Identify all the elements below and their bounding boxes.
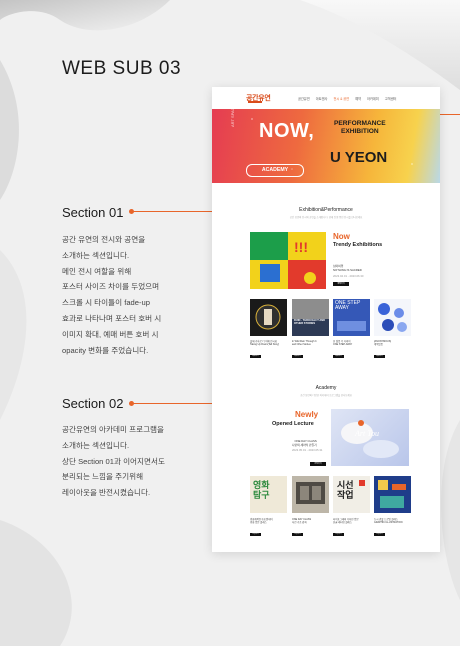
description-line: 공간유연의 아카데미 프로그램을 bbox=[62, 425, 165, 434]
academy-section-subtitle: 공간 유연의 다양한 아카데미 프로그램을 만나보세요 bbox=[300, 394, 352, 397]
description-line: 메인 전시 여할을 위해 bbox=[62, 266, 132, 276]
academy-feature-desc: ONE DAY CLASS 나만의 세라믹 만들기 bbox=[292, 439, 317, 447]
poster-art bbox=[378, 303, 407, 332]
description-line: 효과로 나타나며 포스터 호버 시 bbox=[62, 313, 162, 323]
description-line: 분리되는 느낌을 주기위해 bbox=[62, 472, 144, 482]
section-01-heading: Section 01 bbox=[62, 205, 124, 220]
hero-academy-button[interactable]: ACADEMY bbox=[246, 164, 304, 177]
exhibition-book-button[interactable]: 예매하기 bbox=[292, 355, 303, 358]
section-02-connector bbox=[131, 403, 212, 404]
academy-feature-image[interactable]: Art Tou bbox=[331, 409, 409, 466]
feature-poster-art: !!! bbox=[250, 232, 326, 289]
mock-menu: 공간유연 아트앤사 전시 & 공연 예약 아카데미 고객센터 bbox=[298, 96, 396, 101]
academy-section-title: Academy bbox=[315, 385, 337, 391]
academy-feature-subtitle: Opened Lecture bbox=[272, 421, 314, 427]
exhibition-poster-anon[interactable] bbox=[374, 299, 411, 336]
exhibition-book-button[interactable]: 예매하기 bbox=[250, 355, 261, 358]
poster-art bbox=[296, 482, 325, 504]
exhibition-book-button[interactable]: 예매하기 bbox=[333, 355, 344, 358]
svg-text:!!!: !!! bbox=[294, 239, 308, 255]
description-line: 소개하는 섹션입니다. bbox=[62, 440, 130, 450]
academy-poster-film[interactable]: 영화 탐구 bbox=[250, 476, 287, 513]
description-line: 공간 유연의 전시와 공연을 bbox=[62, 235, 146, 244]
menu-item[interactable]: 예약 bbox=[355, 96, 361, 101]
poster-art bbox=[378, 480, 406, 508]
exhibition-feature-book-button[interactable]: 예매하기 bbox=[333, 282, 349, 286]
academy-apply-button[interactable]: 신청하기 bbox=[250, 533, 261, 536]
page-title: WEB SUB 03 bbox=[62, 58, 182, 79]
exhibition-caption: 올해 기사로 더 이해 전시회 Taking Up Room(Tall Stor… bbox=[250, 340, 280, 347]
section-01-connector bbox=[131, 211, 212, 212]
poster-art bbox=[255, 304, 281, 330]
menu-item[interactable]: 고객센터 bbox=[385, 96, 397, 101]
exhibition-feature-title: Now bbox=[333, 232, 350, 241]
academy-caption: 타이포그래피 디자인 입문 한글 레터링 클래스 bbox=[333, 518, 359, 525]
academy-caption: 영화제작연구회 원데이 영화 입문 클래스 bbox=[250, 518, 273, 525]
exhibition-feature-date: 2023.04.01 - 2023.06.30 bbox=[333, 274, 364, 278]
exhibition-poster-step[interactable]: ONE STEP AWAY bbox=[333, 299, 370, 336]
section-01-description: 공간 유연의 전시와 공연을 소개하는 섹션입니다. 메인 전시 여할을 위해 … bbox=[62, 232, 212, 358]
description-line: 스크롤 시 타이틀이 fade-up bbox=[62, 298, 150, 308]
description-line: 상단 Section 01과 이어지면서도 bbox=[62, 456, 165, 466]
menu-item[interactable]: 공간유연 bbox=[298, 96, 310, 101]
academy-poster-city[interactable] bbox=[374, 476, 411, 513]
academy-feature-title: Newly bbox=[295, 410, 319, 419]
academy-art-text: Art Tou bbox=[355, 429, 379, 438]
poster-art bbox=[337, 321, 366, 331]
menu-item[interactable]: 아카데미 bbox=[367, 96, 379, 101]
poster-art bbox=[359, 480, 365, 486]
hero-uyeon: U YEON bbox=[330, 149, 388, 166]
exhibition-book-button[interactable]: 예매하기 bbox=[374, 355, 385, 358]
exhibition-poster-room[interactable] bbox=[250, 299, 287, 336]
description-line: 이미지 확대, 예매 버튼 호버 시 bbox=[62, 329, 159, 339]
poster-text: RUIN - THROUGH IT AND OTHER STORIES bbox=[294, 319, 326, 325]
exhibition-feature-subtitle: Trendy Exhibitions bbox=[333, 242, 383, 248]
hero-now: NOW, bbox=[259, 120, 315, 142]
description-line: opacity 변화를 주었습니다. bbox=[62, 345, 149, 355]
academy-feature-date: 2023.05.01 - 2023.05.31 bbox=[292, 448, 323, 452]
exhibition-caption: [ANONYMOUS] 제목없음 bbox=[374, 340, 392, 347]
menu-item[interactable]: 아트앤사 bbox=[316, 96, 328, 101]
poster-text: 영화 탐구 bbox=[253, 480, 270, 500]
hero-connector bbox=[440, 114, 460, 115]
academy-poster-photo[interactable] bbox=[292, 476, 329, 513]
academy-feature-apply-button[interactable]: 신청하기 bbox=[310, 462, 326, 466]
exhibition-feature-desc: 심야여행 NOTHING IS SACRED bbox=[333, 264, 362, 272]
hero-vertical-text: ART SPACE bbox=[230, 104, 235, 127]
logo-underline bbox=[248, 101, 262, 103]
description-line: 포스터 사이즈 차이를 두었으며 bbox=[62, 282, 160, 292]
section-02-description: 공간유연의 아카데미 프로그램을 소개하는 섹션입니다. 상단 Section … bbox=[62, 422, 212, 501]
exhibition-section-title: Exhibition&Performance bbox=[299, 207, 353, 213]
menu-item-active[interactable]: 전시 & 공연 bbox=[333, 96, 349, 101]
description-line: 소개하는 섹션입니다. bbox=[62, 250, 130, 260]
academy-apply-button[interactable]: 신청하기 bbox=[292, 533, 303, 536]
description-line: 레이아웃을 반전시켰습니다. bbox=[62, 488, 151, 498]
section-02-heading: Section 02 bbox=[62, 396, 124, 411]
website-mockup: 공간유연 공간유연 아트앤사 전시 & 공연 예약 아카데미 고객센터 ART … bbox=[212, 87, 440, 552]
academy-apply-button[interactable]: 신청하기 bbox=[374, 533, 385, 536]
exhibition-poster-ruin[interactable]: RUIN - THROUGH IT AND OTHER STORIES bbox=[292, 299, 329, 336]
academy-caption: ONE DAY CLASS 사진 기초 강좌 bbox=[292, 518, 312, 525]
poster-art bbox=[292, 299, 329, 336]
hero-performance-exhibition: PERFORMANCE EXHIBITION bbox=[334, 120, 386, 136]
academy-apply-button[interactable]: 신청하기 bbox=[333, 533, 344, 536]
exhibition-section-subtitle: 공간 유연의 전시와 공연을 소개합니다. 현재 진행 중인 전시를 만나보세요 bbox=[289, 216, 363, 219]
academy-caption: 도시 관찰 드로잉 클래스 GRAPHIC ILLUSTRATION bbox=[374, 518, 403, 525]
exhibition-caption: In Wild Ruin Through It and Other Storie… bbox=[292, 340, 317, 347]
academy-poster-type[interactable]: 시선 작업 bbox=[333, 476, 370, 513]
exhibition-caption: 한 걸음 더 가까이 ONE STEP AWAY bbox=[333, 340, 353, 347]
hero-exhibition: EXHIBITION bbox=[340, 128, 379, 135]
exhibition-feature-poster[interactable]: !!! bbox=[250, 232, 326, 289]
hero-performance: PERFORMANCE bbox=[334, 120, 386, 127]
mock-navbar: 공간유연 공간유연 아트앤사 전시 & 공연 예약 아카데미 고객센터 bbox=[212, 87, 440, 109]
